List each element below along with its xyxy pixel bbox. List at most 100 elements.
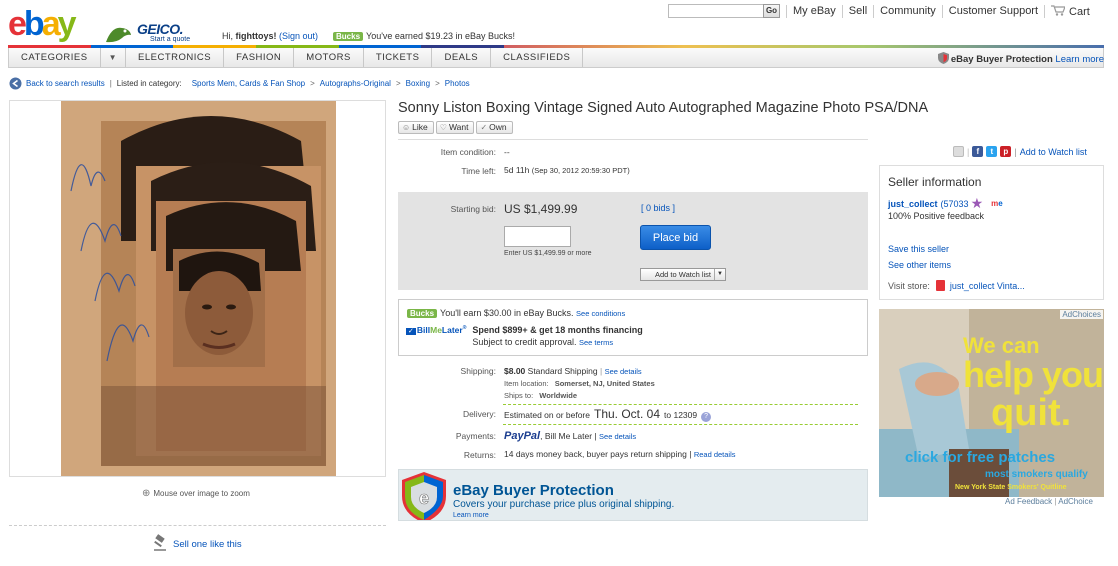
- me-icon[interactable]: me: [991, 199, 1003, 208]
- seller-name-link[interactable]: just_collect: [888, 199, 938, 209]
- item-photo[interactable]: [61, 101, 336, 476]
- item-image-frame[interactable]: [9, 100, 386, 477]
- payments-other: , Bill Me Later |: [540, 431, 597, 441]
- tab-tickets[interactable]: TICKETS: [364, 48, 433, 67]
- shipping-cost: $8.00: [504, 366, 526, 376]
- pinterest-icon[interactable]: p: [1000, 146, 1012, 157]
- buyer-protection-label: eBay Buyer Protection: [950, 54, 1053, 65]
- want-button[interactable]: ♡ Want: [435, 121, 475, 134]
- ebay-logo[interactable]: ebay: [8, 4, 94, 42]
- seller-name-row: just_collect (57033 ★ me: [888, 195, 1003, 212]
- nav-my-ebay[interactable]: My eBay: [786, 5, 842, 18]
- add-to-watchlist-label: Add to Watch list: [655, 270, 711, 279]
- tab-classifieds[interactable]: CLASSIFIEDS: [491, 48, 584, 67]
- back-to-search-link[interactable]: Back to search results: [26, 79, 105, 88]
- add-to-watchlist-button[interactable]: Add to Watch list ▼: [640, 268, 726, 281]
- geico-ad[interactable]: GEICO. Start a quote: [104, 21, 204, 44]
- cart-icon: [1051, 5, 1066, 16]
- bid-amount-input[interactable]: [504, 226, 571, 247]
- tab-deals[interactable]: DEALS: [432, 48, 492, 67]
- delivery-prefix: Estimated on or before: [504, 410, 590, 420]
- payments-row: PayPal, Bill Me Later | See details: [504, 430, 636, 442]
- star-icon: ★: [970, 195, 984, 211]
- like-button[interactable]: ☺ Like: [398, 121, 434, 134]
- greeting-prefix: Hi,: [222, 31, 233, 41]
- starting-bid-label: Starting bid:: [450, 204, 496, 214]
- save-seller-link[interactable]: Save this seller: [888, 244, 949, 254]
- nav-sell[interactable]: Sell: [841, 5, 873, 18]
- returns-value: 14 days money back, buyer pays return sh…: [504, 449, 692, 459]
- other-items-link[interactable]: See other items: [888, 260, 951, 270]
- item-title: Sonny Liston Boxing Vintage Signed Auto …: [398, 100, 929, 116]
- ships-to: Worldwide: [539, 391, 578, 400]
- social-add-watch-link[interactable]: Add to Watch list: [1020, 147, 1087, 157]
- buyer-protection-learn-link[interactable]: Learn more: [1055, 54, 1104, 65]
- email-icon[interactable]: [953, 146, 964, 157]
- time-left-value: 5d 11h: [504, 165, 530, 175]
- shipping-method: Standard Shipping: [527, 366, 598, 376]
- zoom-hint: ⊕ Mouse over image to zoom: [142, 488, 250, 499]
- delivery-row: Estimated on or before Thu. Oct. 04 to 1…: [504, 407, 712, 422]
- place-bid-button[interactable]: Place bid: [640, 225, 711, 250]
- returns-details-link[interactable]: Read details: [694, 450, 736, 459]
- geico-sub[interactable]: Start a quote: [150, 36, 190, 43]
- like-icon: ☺: [402, 123, 411, 132]
- top-search-input[interactable]: [668, 4, 764, 18]
- smoking-cessation-ad[interactable]: AdChoices We can help you quit. click fo…: [879, 309, 1104, 497]
- nav-customer-support[interactable]: Customer Support: [941, 5, 1044, 18]
- promo-learn-link[interactable]: Learn more: [453, 512, 489, 519]
- bid-count-link[interactable]: [ 0 bids ]: [641, 203, 675, 213]
- heart-icon: ♡: [439, 123, 447, 132]
- sell-one-like-this-link[interactable]: Sell one like this: [173, 539, 242, 550]
- tab-categories[interactable]: CATEGORIES: [9, 48, 101, 67]
- time-left-end: (Sep 30, 2012 20:59:30 PDT): [531, 166, 630, 175]
- own-button[interactable]: ✓ Own: [476, 121, 513, 134]
- own-label: Own: [489, 122, 507, 132]
- signout-link[interactable]: (Sign out): [279, 31, 318, 41]
- ad-choice-link[interactable]: AdChoice: [1058, 497, 1093, 506]
- left-divider: [9, 525, 386, 526]
- crumb-photos[interactable]: Photos: [445, 79, 470, 88]
- ad-line3: quit.: [991, 392, 1072, 434]
- seller-heading: Seller information: [888, 175, 982, 189]
- shipping-row: $8.00 Standard Shipping | See details: [504, 366, 642, 376]
- bml-sub-text: Subject to credit approval.: [472, 337, 577, 347]
- promo-subtitle: Covers your purchase price plus original…: [453, 499, 675, 510]
- ad-cta[interactable]: click for free patches: [905, 449, 1055, 466]
- help-icon[interactable]: ?: [701, 412, 712, 422]
- svg-text:e: e: [419, 488, 429, 508]
- gecko-icon: [106, 27, 131, 43]
- tab-electronics[interactable]: ELECTRONICS: [126, 48, 225, 67]
- see-terms-link[interactable]: See terms: [579, 338, 613, 347]
- see-conditions-link[interactable]: See conditions: [576, 309, 625, 318]
- watchlist-dropdown-icon[interactable]: ▼: [714, 269, 725, 280]
- shipping-details-link[interactable]: See details: [605, 367, 642, 376]
- magnifier-icon: ⊕: [142, 488, 151, 499]
- gavel-icon: [154, 534, 166, 551]
- adchoices-badge[interactable]: AdChoices: [1060, 310, 1103, 319]
- item-location-row: Item location: Somerset, NJ, United Stat…: [504, 379, 655, 388]
- buyer-protection-promo[interactable]: e eBay Buyer Protection Covers your purc…: [398, 469, 868, 521]
- store-link[interactable]: just_collect Vinta...: [950, 281, 1025, 291]
- tab-motors[interactable]: MOTORS: [294, 48, 364, 67]
- categories-dropdown-icon[interactable]: ▼: [101, 48, 127, 67]
- back-arrow-icon[interactable]: [9, 77, 22, 90]
- payments-details-link[interactable]: See details: [599, 432, 636, 441]
- bucks-text[interactable]: You've earned $19.23 in eBay Bucks!: [366, 31, 515, 41]
- condition-label: Item condition:: [440, 147, 496, 157]
- top-go-button[interactable]: Go: [763, 4, 780, 18]
- crumb-autographs[interactable]: Autographs-Original: [320, 79, 391, 88]
- crumb-boxing[interactable]: Boxing: [406, 79, 430, 88]
- payments-label: Payments:: [455, 431, 496, 441]
- twitter-icon[interactable]: t: [986, 146, 998, 157]
- seller-feedback: 100% Positive feedback: [888, 211, 985, 221]
- nav-community[interactable]: Community: [873, 5, 942, 18]
- crumb-sports-mem[interactable]: Sports Mem, Cards & Fan Shop: [192, 79, 305, 88]
- seller-score-link[interactable]: (57033: [941, 199, 969, 209]
- facebook-icon[interactable]: f: [972, 146, 984, 157]
- nav-cart[interactable]: Cart: [1044, 5, 1096, 18]
- ad-feedback-link[interactable]: Ad Feedback: [1005, 497, 1052, 506]
- tab-fashion[interactable]: FASHION: [224, 48, 295, 67]
- title-divider: [398, 139, 868, 140]
- like-bar: ☺ Like ♡ Want ✓ Own: [398, 121, 513, 134]
